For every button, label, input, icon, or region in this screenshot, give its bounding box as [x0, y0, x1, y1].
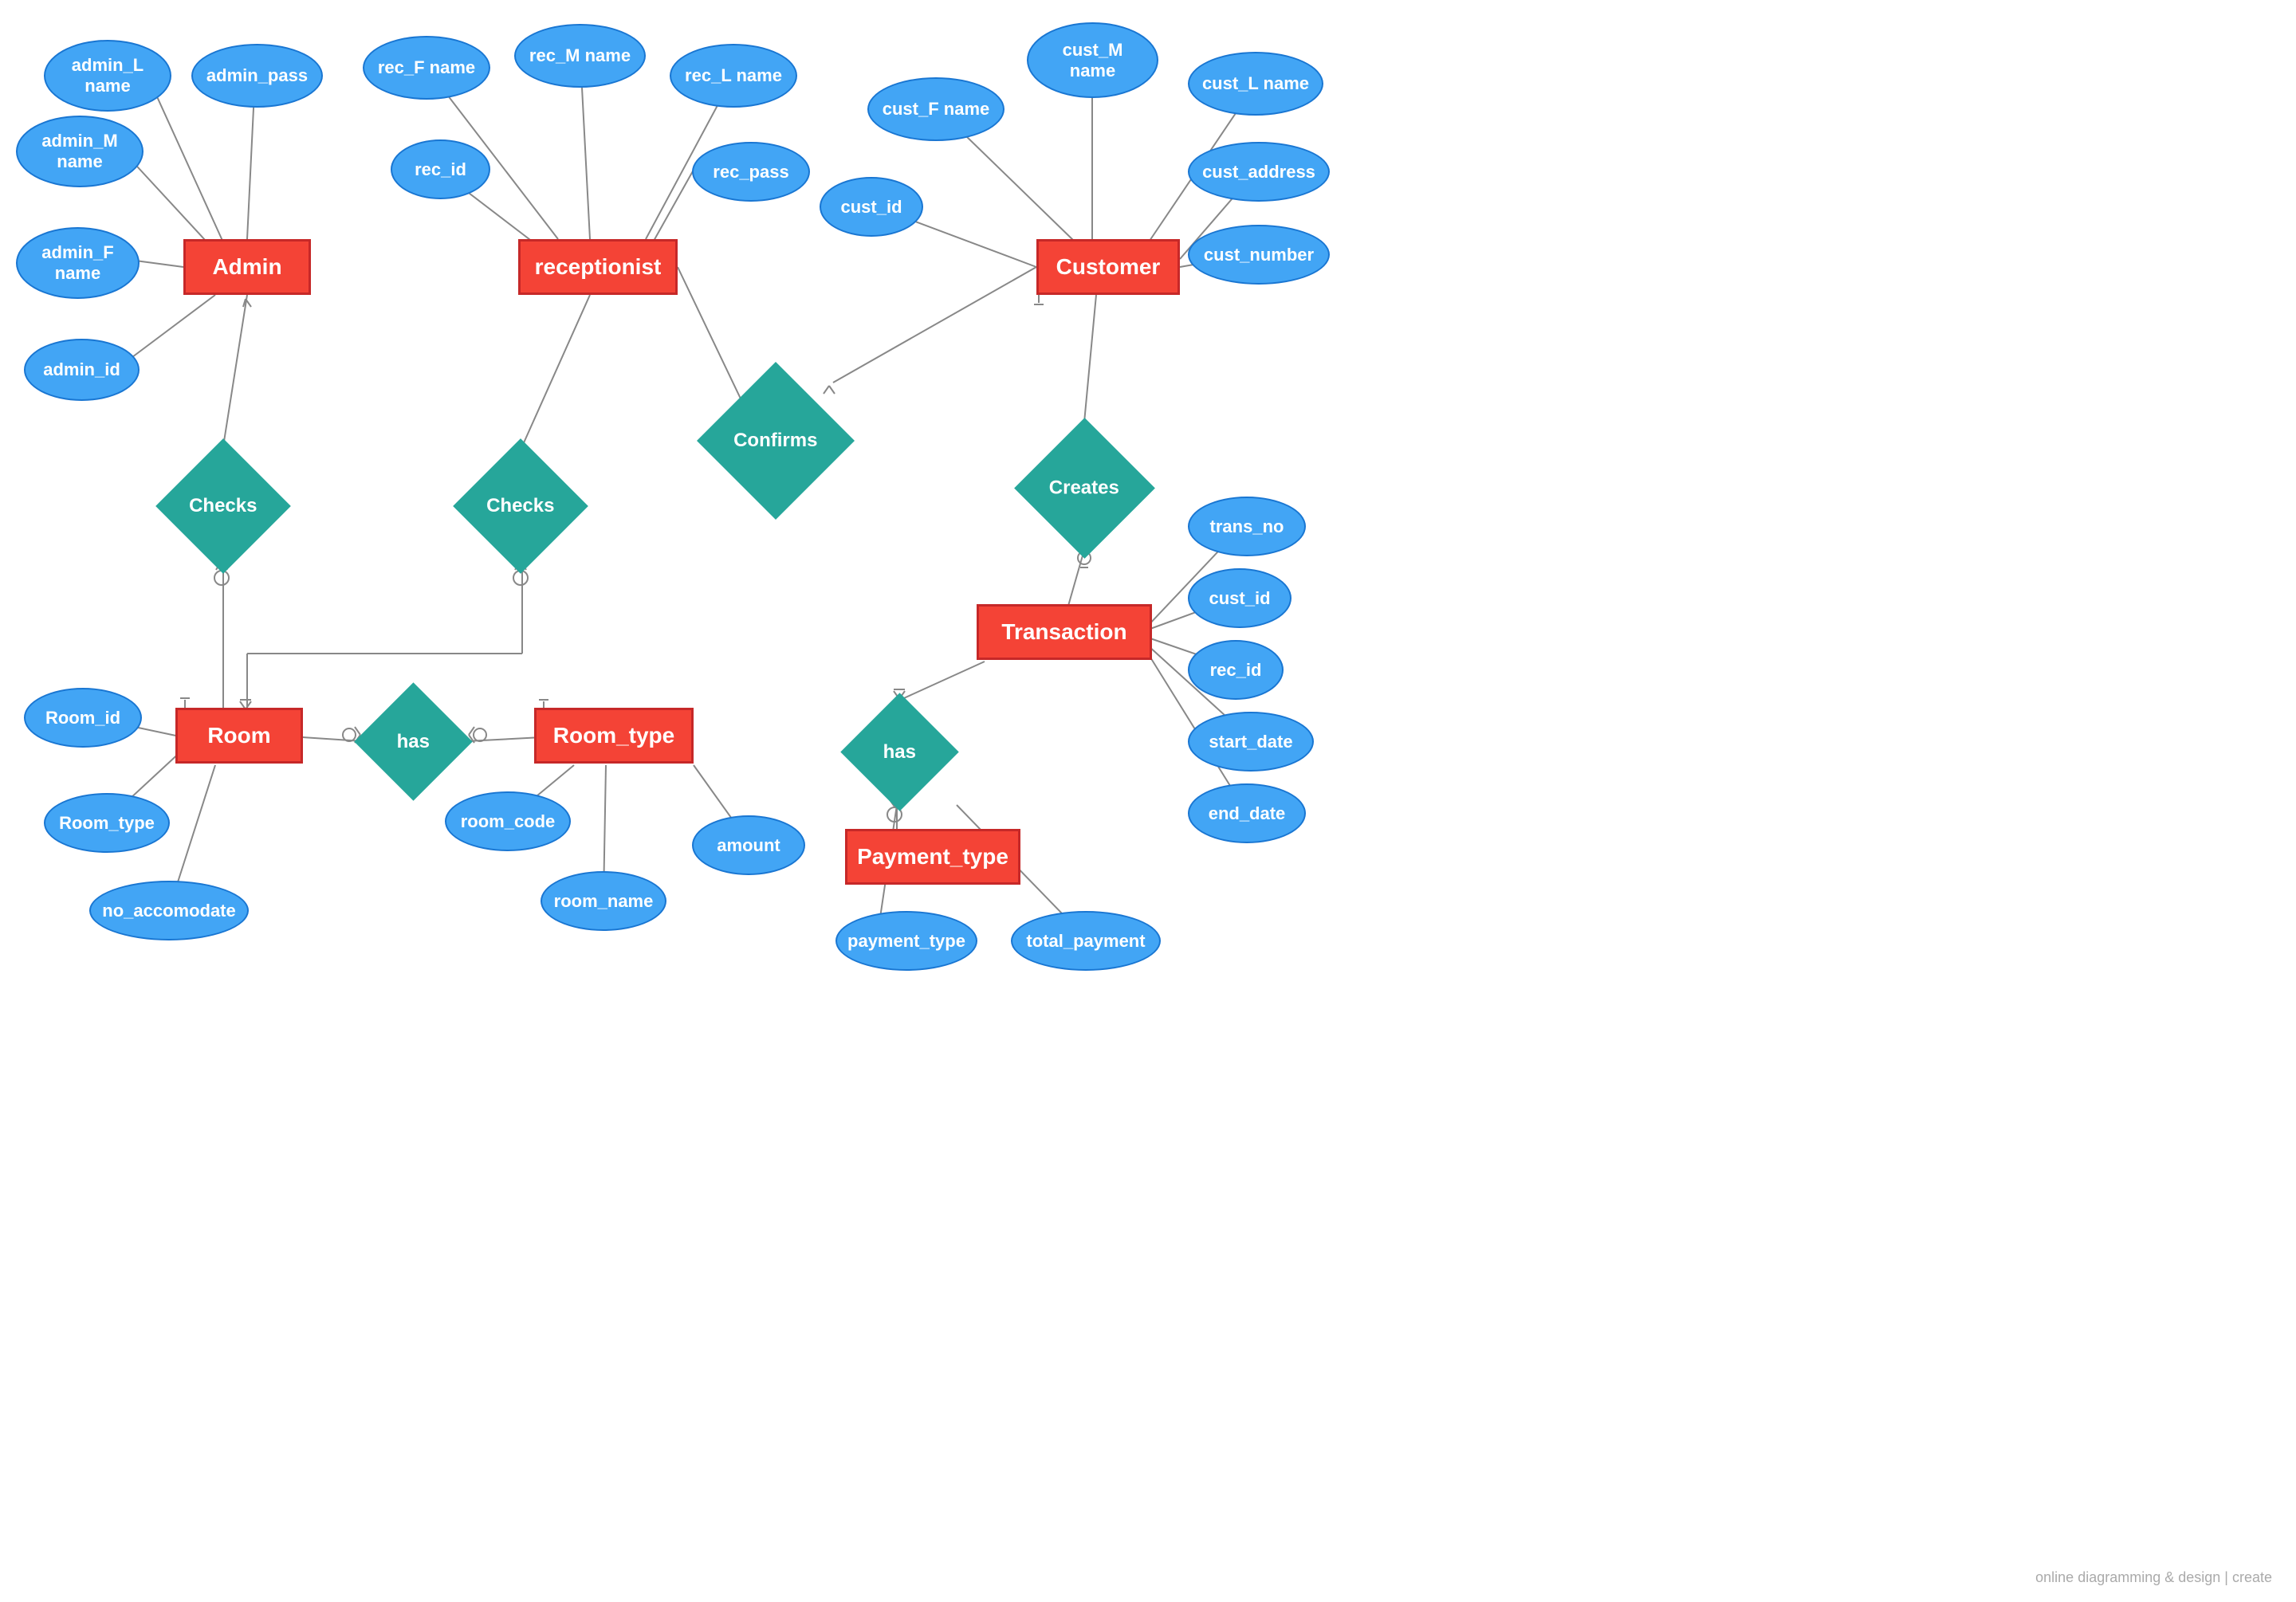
attr-trans-cust-id: cust_id	[1188, 568, 1292, 628]
entity-room-type: Room_type	[534, 708, 694, 764]
attr-trans-start: start_date	[1188, 712, 1314, 772]
entity-customer: Customer	[1036, 239, 1180, 295]
attr-rec-mname: rec_M name	[514, 24, 646, 88]
attr-cust-fname: cust_F name	[867, 77, 1005, 141]
attr-rec-fname: rec_F name	[363, 36, 490, 100]
attr-cust-lname: cust_L name	[1188, 52, 1323, 116]
attr-admin-lname: admin_L name	[44, 40, 171, 112]
attr-rec-lname: rec_L name	[670, 44, 797, 108]
diagram: Admin receptionist Customer Room Room_ty…	[0, 0, 2296, 1602]
attr-room-id: Room_id	[24, 688, 142, 748]
attr-room-code: room_code	[445, 791, 571, 851]
attr-admin-id: admin_id	[24, 339, 140, 401]
rel-room-has: has	[357, 685, 469, 797]
entity-payment-type: Payment_type	[845, 829, 1020, 885]
attr-cust-id: cust_id	[820, 177, 923, 237]
attr-admin-pass: admin_pass	[191, 44, 323, 108]
rel-trans-has: has	[843, 696, 955, 807]
attr-amount: amount	[692, 815, 805, 875]
rel-confirms: Confirms	[702, 367, 849, 514]
rel-admin-checks: Checks	[159, 442, 287, 570]
rel-rec-checks: Checks	[457, 442, 584, 570]
attr-cust-number: cust_number	[1188, 225, 1330, 285]
attr-trans-no: trans_no	[1188, 497, 1306, 556]
attr-trans-rec-id: rec_id	[1188, 640, 1284, 700]
attr-cust-address: cust_address	[1188, 142, 1330, 202]
attr-no-accomodate: no_accomodate	[89, 881, 249, 940]
entity-transaction: Transaction	[977, 604, 1152, 660]
attr-rec-id: rec_id	[391, 139, 490, 199]
attr-cust-mname: cust_M name	[1027, 22, 1158, 98]
attr-trans-end: end_date	[1188, 783, 1306, 843]
attr-rec-pass: rec_pass	[692, 142, 810, 202]
attr-payment-type: payment_type	[835, 911, 977, 971]
entity-admin: Admin	[183, 239, 311, 295]
entity-room: Room	[175, 708, 303, 764]
watermark: online diagramming & design | create	[2035, 1569, 2272, 1586]
rel-creates: Creates	[1019, 422, 1150, 554]
attr-room-name: room_name	[541, 871, 666, 931]
entity-receptionist: receptionist	[518, 239, 678, 295]
attr-admin-mname: admin_M name	[16, 116, 144, 187]
attr-total-payment: total_payment	[1011, 911, 1161, 971]
attr-room-type: Room_type	[44, 793, 170, 853]
attr-admin-fname: admin_F name	[16, 227, 140, 299]
